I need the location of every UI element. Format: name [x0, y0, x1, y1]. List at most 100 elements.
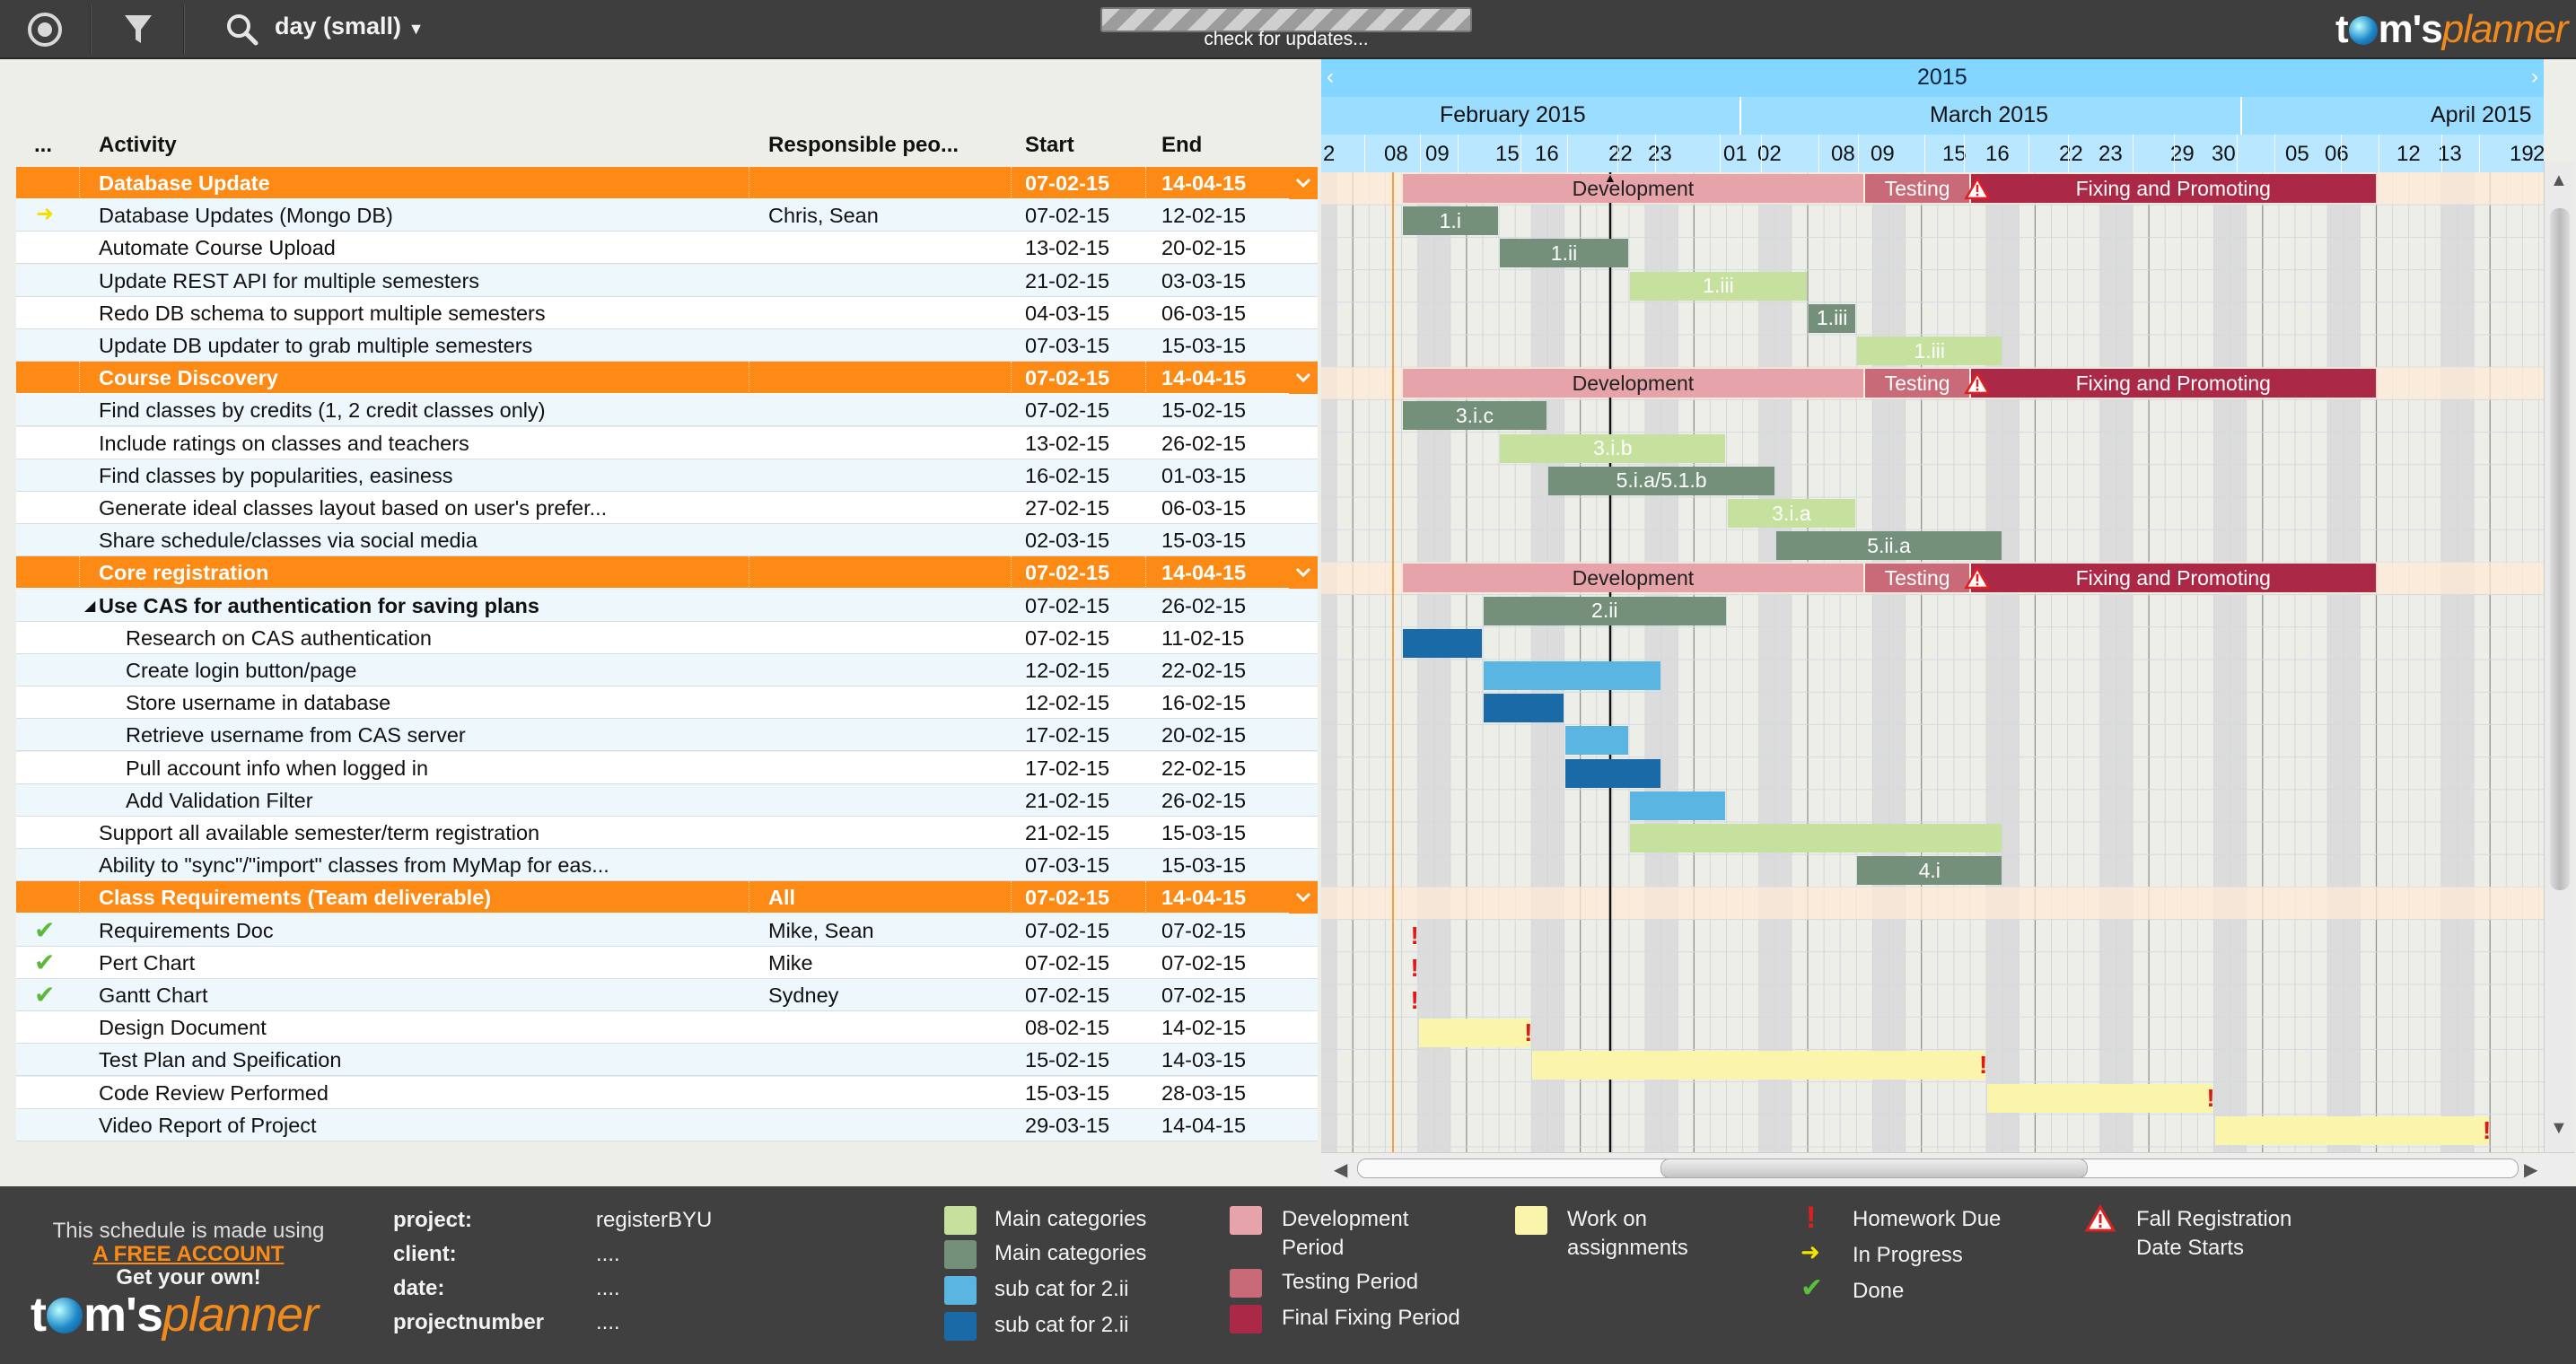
- task-bar[interactable]: 1.ii: [1500, 239, 1628, 268]
- footer-logo[interactable]: t m'splanner: [31, 1287, 319, 1342]
- task-row[interactable]: Create login button/page 12-02-15 22-02-15: [16, 654, 1318, 686]
- task-start-date[interactable]: 07-02-15: [1025, 594, 1109, 618]
- task-end-date[interactable]: 26-02-15: [1161, 432, 1246, 456]
- testing-phase-bar[interactable]: Testing: [1865, 564, 1969, 593]
- task-start-date[interactable]: 29-03-15: [1025, 1114, 1109, 1138]
- fixing-phase-bar[interactable]: Fixing and Promoting: [1971, 369, 2376, 398]
- scroll-left-arrow-icon[interactable]: ◀: [1334, 1159, 1347, 1181]
- homework-due-icon[interactable]: !: [1410, 985, 1418, 1016]
- homework-due-icon[interactable]: !: [2483, 1115, 2491, 1146]
- task-start-date[interactable]: 07-02-15: [1025, 951, 1109, 975]
- category-chevron-icon[interactable]: [1289, 167, 1318, 199]
- task-bar[interactable]: [1564, 726, 1628, 756]
- task-name[interactable]: Pull account info when logged in: [126, 756, 428, 781]
- task-start-date[interactable]: 15-03-15: [1025, 1081, 1109, 1106]
- projectnumber-value[interactable]: ....: [596, 1310, 620, 1335]
- task-bar[interactable]: [1629, 791, 1726, 820]
- task-name[interactable]: Redo DB schema to support multiple semes…: [99, 302, 546, 326]
- task-name[interactable]: Store username in database: [126, 691, 390, 715]
- category-chevron-icon[interactable]: [1289, 556, 1318, 590]
- task-start-date[interactable]: 07-03-15: [1025, 853, 1109, 878]
- task-row[interactable]: ➜ Database Updates (Mongo DB) Chris, Sean 0…: [16, 199, 1318, 232]
- task-bar[interactable]: [1564, 758, 1661, 788]
- testing-phase-bar[interactable]: Testing: [1865, 174, 1969, 203]
- task-bar[interactable]: 1.iii: [1809, 303, 1856, 333]
- scroll-right-arrow-icon[interactable]: ▶: [2524, 1159, 2537, 1181]
- task-name[interactable]: Update REST API for multiple semesters: [99, 269, 479, 293]
- task-row[interactable]: Generate ideal classes layout based on u…: [16, 492, 1318, 524]
- column-header-end[interactable]: End: [1161, 133, 1202, 158]
- task-row[interactable]: ✔ Pert Chart Mike 07-02-15 07-02-15: [16, 946, 1318, 979]
- task-name[interactable]: Database Updates (Mongo DB): [99, 204, 393, 228]
- task-start-date[interactable]: 17-02-15: [1025, 723, 1109, 748]
- scroll-right-icon[interactable]: ›: [2531, 65, 2538, 90]
- task-name[interactable]: Design Document: [99, 1016, 267, 1040]
- legend-swatch-development[interactable]: [1230, 1206, 1262, 1235]
- legend-swatch-main2[interactable]: [944, 1240, 977, 1269]
- task-row[interactable]: Redo DB schema to support multiple semes…: [16, 296, 1318, 329]
- date-value[interactable]: ....: [596, 1276, 620, 1301]
- task-end-date[interactable]: 14-04-15: [1161, 561, 1246, 585]
- task-end-date[interactable]: 14-04-15: [1161, 1114, 1246, 1138]
- vertical-scrollbar[interactable]: ▲ ▼: [2544, 162, 2574, 1152]
- task-name[interactable]: Class Requirements (Team deliverable): [99, 886, 491, 910]
- homework-due-icon[interactable]: !: [1410, 921, 1418, 951]
- task-name[interactable]: Video Report of Project: [99, 1114, 317, 1138]
- task-row[interactable]: Find classes by popularities, easiness 16…: [16, 459, 1318, 492]
- task-name[interactable]: Pert Chart: [99, 951, 195, 975]
- task-row[interactable]: Video Report of Project 29-03-15 14-04-15: [16, 1108, 1318, 1141]
- task-bar[interactable]: 1.iii: [1629, 271, 1807, 301]
- task-name[interactable]: Update DB updater to grab multiple semes…: [99, 334, 532, 358]
- task-end-date[interactable]: 15-03-15: [1161, 529, 1246, 553]
- task-bar[interactable]: 3.i.b: [1500, 433, 1726, 463]
- task-row[interactable]: Add Validation Filter 21-02-15 26-02-15: [16, 783, 1318, 817]
- task-bar[interactable]: 1.iii: [1857, 337, 2002, 365]
- task-row[interactable]: Ability to "sync"/"import" classes from …: [16, 849, 1318, 882]
- task-row[interactable]: Update DB updater to grab multiple semes…: [16, 329, 1318, 362]
- task-end-date[interactable]: 12-02-15: [1161, 204, 1246, 228]
- task-end-date[interactable]: 20-02-15: [1161, 723, 1246, 748]
- vertical-scroll-thumb[interactable]: [2550, 208, 2570, 890]
- legend-swatch-work[interactable]: [1515, 1206, 1547, 1235]
- category-chevron-icon[interactable]: [1289, 362, 1318, 395]
- task-responsible[interactable]: Chris, Sean: [768, 204, 879, 228]
- task-end-date[interactable]: 26-02-15: [1161, 789, 1246, 813]
- homework-due-icon[interactable]: !: [2206, 1083, 2214, 1114]
- testing-phase-bar[interactable]: Testing: [1865, 369, 1969, 398]
- category-row[interactable]: Class Requirements (Team deliverable) All…: [16, 881, 1318, 914]
- task-start-date[interactable]: 12-02-15: [1025, 659, 1109, 683]
- development-phase-bar[interactable]: Development: [1402, 369, 1864, 398]
- task-row[interactable]: Share schedule/classes via social media 0…: [16, 524, 1318, 557]
- task-row[interactable]: ✔ Requirements Doc Mike, Sean 07-02-15 07-02…: [16, 914, 1318, 947]
- task-end-date[interactable]: 22-02-15: [1161, 659, 1246, 683]
- task-row[interactable]: Store username in database 12-02-15 16-02-…: [16, 686, 1318, 720]
- task-end-date[interactable]: 16-02-15: [1161, 691, 1246, 715]
- task-name[interactable]: Find classes by credits (1, 2 credit cla…: [99, 398, 546, 423]
- warning-triangle-icon[interactable]: [1964, 175, 1991, 202]
- category-row[interactable]: Course Discovery 07-02-15 14-04-15: [16, 362, 1318, 395]
- task-start-date[interactable]: 07-02-15: [1025, 919, 1109, 943]
- task-start-date[interactable]: 17-02-15: [1025, 756, 1109, 781]
- column-header-start[interactable]: Start: [1025, 133, 1074, 158]
- task-bar[interactable]: [2214, 1115, 2490, 1145]
- task-start-date[interactable]: 21-02-15: [1025, 269, 1109, 293]
- task-responsible[interactable]: Mike, Sean: [768, 919, 874, 943]
- task-end-date[interactable]: 06-03-15: [1161, 496, 1246, 520]
- legend-swatch-sub1[interactable]: [944, 1276, 977, 1305]
- task-end-date[interactable]: 11-02-15: [1161, 626, 1244, 651]
- task-row[interactable]: Automate Course Upload 13-02-15 20-02-15: [16, 232, 1318, 265]
- task-name[interactable]: Include ratings on classes and teachers: [99, 432, 469, 456]
- task-start-date[interactable]: 07-02-15: [1025, 171, 1109, 196]
- task-name[interactable]: Research on CAS authentication: [126, 626, 432, 651]
- task-bar[interactable]: [1402, 628, 1482, 658]
- task-end-date[interactable]: 15-03-15: [1161, 334, 1246, 358]
- task-start-date[interactable]: 07-02-15: [1025, 204, 1109, 228]
- task-responsible[interactable]: Mike: [768, 951, 813, 975]
- task-start-date[interactable]: 07-02-15: [1025, 366, 1109, 390]
- category-row[interactable]: Core registration 07-02-15 14-04-15: [16, 556, 1318, 590]
- task-row[interactable]: Find classes by credits (1, 2 credit cla…: [16, 394, 1318, 427]
- task-bar[interactable]: 4.i: [1857, 856, 2002, 886]
- legend-swatch-sub2[interactable]: [944, 1312, 977, 1341]
- filter-button[interactable]: [93, 0, 183, 59]
- task-start-date[interactable]: 07-02-15: [1025, 561, 1109, 585]
